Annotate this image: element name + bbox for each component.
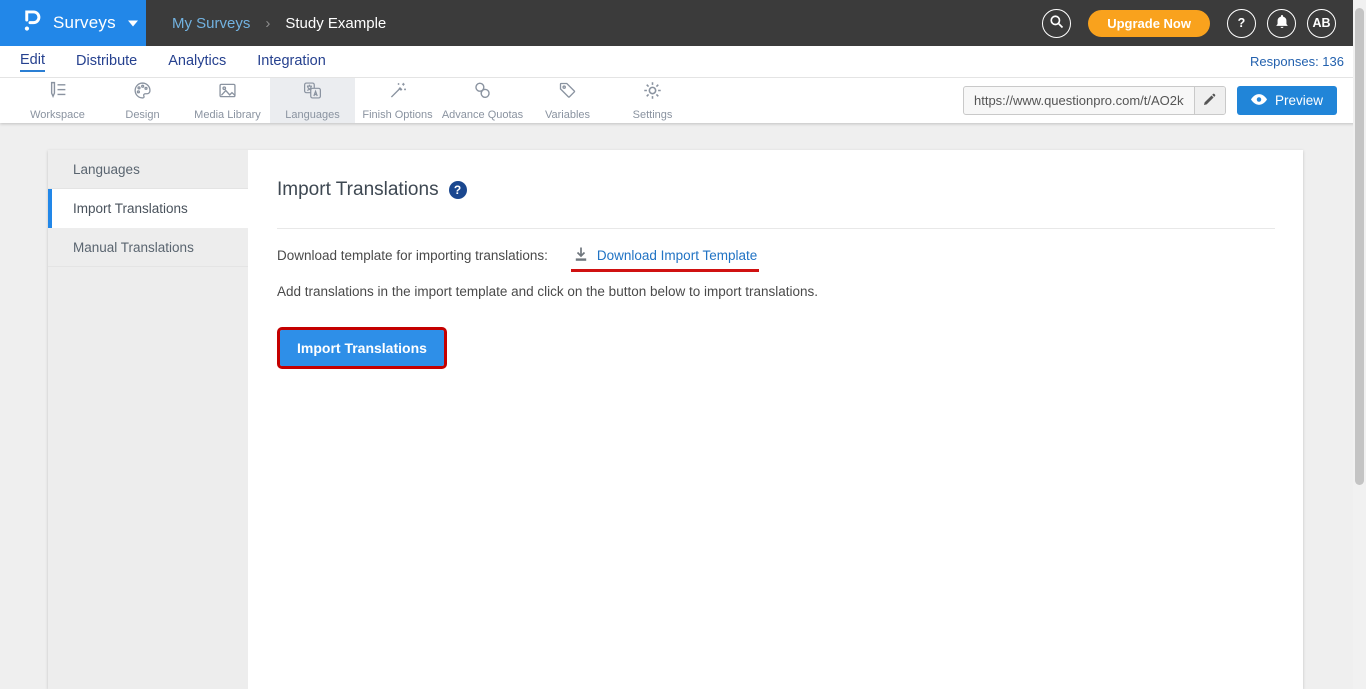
wand-icon bbox=[387, 80, 408, 106]
page-scrollbar[interactable] bbox=[1353, 0, 1366, 689]
toolbar-label: Advance Quotas bbox=[442, 109, 523, 121]
toolbar-label: Settings bbox=[633, 109, 673, 121]
toolbar-label: Languages bbox=[285, 109, 339, 121]
chevron-down-icon bbox=[128, 14, 138, 32]
sidebar-item-import-translations[interactable]: Import Translations bbox=[48, 189, 248, 228]
toolbar-item-design[interactable]: Design bbox=[100, 78, 185, 123]
download-import-template-link[interactable]: Download Import Template bbox=[597, 248, 757, 263]
toolbar-item-finish-options[interactable]: Finish Options bbox=[355, 78, 440, 123]
translate-icon bbox=[302, 80, 323, 106]
toolbar-label: Media Library bbox=[194, 109, 261, 121]
breadcrumb: My Surveys › Study Example bbox=[172, 15, 386, 32]
workspace-icon bbox=[47, 80, 68, 106]
gear-icon bbox=[642, 80, 663, 106]
top-navigation-bar: Surveys My Surveys › Study Example Upgra… bbox=[0, 0, 1366, 46]
tab-integration[interactable]: Integration bbox=[257, 53, 326, 71]
import-translations-button[interactable]: Import Translations bbox=[280, 330, 444, 366]
toolbar-label: Design bbox=[125, 109, 159, 121]
tab-edit[interactable]: Edit bbox=[20, 52, 45, 72]
toolbar-item-media-library[interactable]: Media Library bbox=[185, 78, 270, 123]
page-title: Import Translations bbox=[277, 179, 439, 201]
search-icon bbox=[1049, 14, 1064, 32]
breadcrumb-separator: › bbox=[265, 15, 270, 32]
toolbar-label: Finish Options bbox=[362, 109, 432, 121]
download-template-row: Download template for importing translat… bbox=[277, 246, 1275, 265]
avatar[interactable]: AB bbox=[1307, 9, 1336, 38]
breadcrumb-my-surveys[interactable]: My Surveys bbox=[172, 15, 250, 32]
image-icon bbox=[217, 80, 238, 106]
preview-label: Preview bbox=[1275, 93, 1323, 108]
sidebar-item-manual-translations[interactable]: Manual Translations bbox=[48, 228, 248, 267]
edit-url-button[interactable] bbox=[1194, 87, 1225, 114]
app-window: Surveys My Surveys › Study Example Upgra… bbox=[0, 0, 1366, 689]
toolbar-item-advance-quotas[interactable]: Advance Quotas bbox=[440, 78, 525, 123]
eye-icon bbox=[1251, 93, 1267, 108]
tab-distribute[interactable]: Distribute bbox=[76, 53, 137, 71]
survey-tabs-bar: Edit Distribute Analytics Integration Re… bbox=[0, 46, 1366, 78]
responses-count[interactable]: Responses: 136 bbox=[1250, 54, 1346, 69]
toolbar-item-variables[interactable]: Variables bbox=[525, 78, 610, 123]
sidebar-item-languages[interactable]: Languages bbox=[48, 150, 248, 189]
toolbar-label: Variables bbox=[545, 109, 590, 121]
instructions-text: Add translations in the import template … bbox=[277, 284, 1275, 299]
edit-toolbar: Workspace Design Media Library bbox=[0, 78, 1366, 123]
tab-analytics[interactable]: Analytics bbox=[168, 53, 226, 71]
toolbar-item-workspace[interactable]: Workspace bbox=[15, 78, 100, 123]
toolbar-item-settings[interactable]: Settings bbox=[610, 78, 695, 123]
pencil-icon bbox=[1203, 93, 1216, 109]
languages-card: Languages Import Translations Manual Tra… bbox=[48, 150, 1303, 689]
import-translations-panel: Import Translations ? Download template … bbox=[248, 150, 1303, 689]
topbar-actions: Upgrade Now ? AB bbox=[1042, 9, 1336, 38]
survey-url-group bbox=[963, 86, 1226, 115]
toolbar-right-controls: Preview bbox=[963, 78, 1337, 123]
survey-url-input[interactable] bbox=[964, 87, 1194, 114]
title-divider bbox=[277, 228, 1275, 229]
product-name: Surveys bbox=[53, 13, 116, 33]
product-switcher[interactable]: Surveys bbox=[0, 0, 146, 46]
upgrade-now-button[interactable]: Upgrade Now bbox=[1088, 10, 1210, 37]
toolbar-label: Workspace bbox=[30, 109, 85, 121]
bell-icon bbox=[1275, 14, 1289, 32]
help-button[interactable]: ? bbox=[1227, 9, 1256, 38]
toolbar-item-languages[interactable]: Languages bbox=[270, 78, 355, 123]
links-icon bbox=[472, 80, 493, 106]
preview-button[interactable]: Preview bbox=[1237, 86, 1337, 115]
questionpro-logo-icon bbox=[22, 8, 41, 38]
panel-title-row: Import Translations ? bbox=[277, 178, 1275, 202]
search-button[interactable] bbox=[1042, 9, 1071, 38]
download-link-annotated: Download Import Template bbox=[573, 246, 757, 265]
download-template-label: Download template for importing translat… bbox=[277, 248, 548, 263]
tag-icon bbox=[557, 80, 578, 106]
download-icon bbox=[573, 246, 589, 265]
languages-sidebar: Languages Import Translations Manual Tra… bbox=[48, 150, 248, 689]
notifications-button[interactable] bbox=[1267, 9, 1296, 38]
main-area: Languages Import Translations Manual Tra… bbox=[0, 123, 1366, 689]
palette-icon bbox=[132, 80, 153, 106]
breadcrumb-current-survey: Study Example bbox=[285, 15, 386, 32]
scrollbar-thumb[interactable] bbox=[1355, 8, 1364, 485]
help-badge-icon[interactable]: ? bbox=[449, 181, 467, 199]
